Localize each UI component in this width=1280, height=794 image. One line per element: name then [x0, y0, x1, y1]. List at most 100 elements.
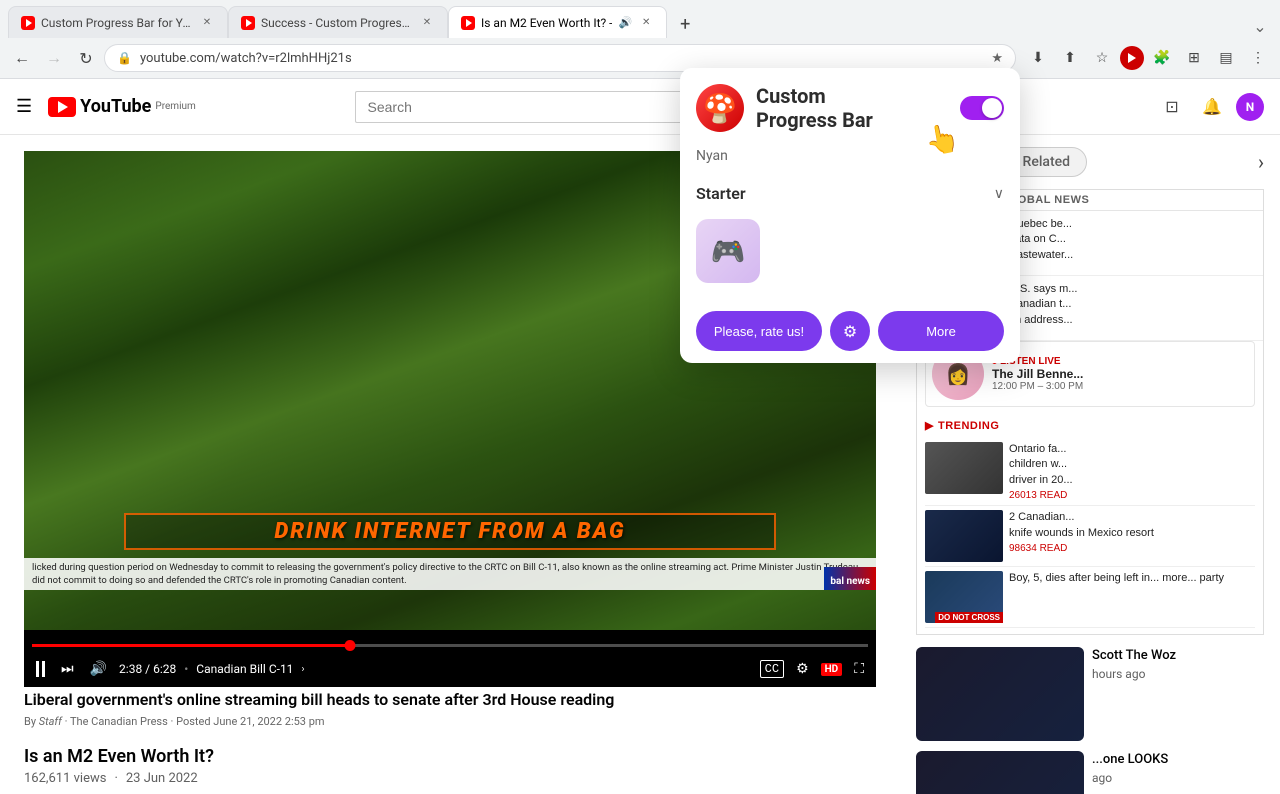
- video-overlay-text: DRINK INTERNET FROM A BAG: [274, 519, 625, 544]
- trending-header: ▶ TRENDING: [925, 419, 1255, 432]
- new-tab-button[interactable]: +: [671, 10, 699, 38]
- trending-info-2: 2 Canadian...knife wounds in Mexico reso…: [1009, 510, 1255, 562]
- cpb-rate-button[interactable]: Please, rate us!: [696, 311, 822, 351]
- next-button[interactable]: ⏭: [57, 657, 78, 681]
- menu-icon[interactable]: ⋮: [1244, 44, 1272, 72]
- sidebar-next-icon[interactable]: ›: [1258, 150, 1264, 174]
- toggle-switch[interactable]: [960, 96, 1004, 120]
- cpb-toggle[interactable]: [960, 96, 1004, 120]
- cpb-mushroom-icon: 🍄: [696, 84, 744, 132]
- yt-premium-badge: Premium: [155, 101, 195, 112]
- cpb-card-icon: 🎮: [711, 235, 746, 268]
- tab-2-title: Success - Custom ProgressBa...: [261, 16, 413, 30]
- trending-info-3: Boy, 5, dies after being left in... more…: [1009, 571, 1255, 623]
- tab-bar: Custom Progress Bar for YouT... ✕ Succes…: [0, 0, 1280, 38]
- tab-2[interactable]: Success - Custom ProgressBa... ✕: [228, 6, 448, 38]
- trending-thumb-2: [925, 510, 1003, 562]
- video-meta: 162,611 views · 23 Jun 2022: [24, 771, 876, 786]
- tab-2-favicon: [241, 16, 255, 30]
- pause-button[interactable]: [32, 657, 49, 681]
- trending-item-2[interactable]: 2 Canadian...knife wounds in Mexico reso…: [925, 506, 1255, 567]
- tab-2-close[interactable]: ✕: [419, 15, 435, 31]
- trending-title-1: Ontario fa...children w...driver in 20..…: [1009, 442, 1255, 488]
- yt-play-triangle: [58, 101, 68, 113]
- hamburger-menu-icon[interactable]: ☰: [16, 96, 32, 117]
- lock-icon: 🔒: [117, 51, 132, 65]
- upload-date: 23 Jun 2022: [126, 771, 198, 786]
- tab-3[interactable]: Is an M2 Even Worth It? - 🔊 ✕: [448, 6, 667, 38]
- scrubber-thumb: [344, 640, 355, 651]
- chapter-label[interactable]: Canadian Bill C-11: [196, 662, 293, 676]
- cpb-section-header[interactable]: Starter ∨: [696, 176, 1004, 211]
- video-scrubber[interactable]: [32, 644, 868, 647]
- back-button[interactable]: ←: [8, 44, 36, 72]
- grid-icon[interactable]: ⊞: [1180, 44, 1208, 72]
- video-title: Is an M2 Even Worth It?: [24, 746, 876, 767]
- profile-button[interactable]: N: [1236, 93, 1264, 121]
- puzzle-icon[interactable]: 🧩: [1148, 44, 1176, 72]
- yt-header-right: ⊡ 🔔 N: [1156, 91, 1264, 123]
- yt-header: ☰ YouTube Premium 🔍 ⊡ 🔔 N: [0, 79, 1280, 135]
- cpb-starter-card[interactable]: 🎮: [696, 219, 760, 283]
- video-title-area: Is an M2 Even Worth It? 162,611 views · …: [24, 746, 876, 786]
- sidebar-toggle-icon[interactable]: ▤: [1212, 44, 1240, 72]
- sidebar-meta-2: ago: [1092, 771, 1264, 785]
- trending-item-1[interactable]: Ontario fa...children w...driver in 20..…: [925, 438, 1255, 506]
- download-icon[interactable]: ⬇: [1024, 44, 1052, 72]
- cpb-title-line1: Custom: [756, 84, 873, 108]
- tab-3-title: Is an M2 Even Worth It? -: [481, 16, 612, 30]
- radio-time: 12:00 PM – 3:00 PM: [992, 381, 1248, 392]
- cpb-user-label: Nyan: [696, 148, 728, 164]
- sidebar-info-2: ...one LOOKS ago: [1092, 751, 1264, 794]
- sidebar-title-2: ...one LOOKS: [1092, 751, 1264, 769]
- quality-badge: HD: [821, 663, 843, 676]
- sidebar-video-1[interactable]: Scott The Woz hours ago: [916, 647, 1264, 741]
- notifications-icon[interactable]: 🔔: [1196, 91, 1228, 123]
- trending-title-3: Boy, 5, dies after being left in... more…: [1009, 571, 1255, 586]
- trending-section: ▶ TRENDING Ontario fa...children w...dri…: [917, 413, 1263, 634]
- cpb-footer: Please, rate us! ⚙ More: [680, 299, 1020, 363]
- trending-item-3[interactable]: DO NOT CROSS Boy, 5, dies after being le…: [925, 567, 1255, 628]
- yt-logo-icon: [48, 97, 76, 117]
- settings-button[interactable]: ⚙: [792, 657, 813, 681]
- address-bar-row: ← → ↻ 🔒 youtube.com/watch?v=r2lmhHHj21s …: [0, 38, 1280, 78]
- tab-expand-button[interactable]: ⌄: [1248, 14, 1272, 38]
- video-time: 2:38 / 6:28: [119, 662, 176, 676]
- bookmark-icon[interactable]: ☆: [1088, 44, 1116, 72]
- cpb-title-line2: Progress Bar: [756, 108, 873, 132]
- view-count: 162,611 views: [24, 771, 106, 786]
- fullscreen-button[interactable]: ⛶: [850, 657, 868, 681]
- tab-1-close[interactable]: ✕: [199, 15, 215, 31]
- sidebar-video-2[interactable]: ...one LOOKS ago: [916, 751, 1264, 794]
- toggle-knob: [982, 98, 1002, 118]
- scrubber-played: [32, 644, 350, 647]
- address-text: youtube.com/watch?v=r2lmhHHj21s: [140, 51, 983, 66]
- cpb-settings-button[interactable]: ⚙: [830, 311, 870, 351]
- article-headline: Liberal government's online streaming bi…: [24, 690, 876, 711]
- cpb-more-button[interactable]: More: [878, 311, 1004, 351]
- forward-button[interactable]: →: [40, 44, 68, 72]
- trending-thumb-3: DO NOT CROSS: [925, 571, 1003, 623]
- star-icon[interactable]: ★: [991, 51, 1003, 66]
- sidebar-title-1: Scott The Woz: [1092, 647, 1264, 665]
- cpb-user: Nyan: [680, 148, 1020, 176]
- next-icon: ⏭: [61, 661, 74, 677]
- tab-1[interactable]: Custom Progress Bar for YouT... ✕: [8, 6, 228, 38]
- sidebar-meta-1: hours ago: [1092, 667, 1264, 681]
- sidebar-thumb-1: [916, 647, 1084, 741]
- yt-extension-icon[interactable]: [1120, 46, 1144, 70]
- cpb-chevron-icon: ∨: [994, 186, 1004, 202]
- radio-info: LISTEN LIVE The Jill Benne... 12:00 PM –…: [992, 356, 1248, 392]
- yt-logo[interactable]: YouTube Premium: [48, 96, 196, 117]
- tab-3-close[interactable]: ✕: [638, 15, 654, 31]
- radio-show-title: The Jill Benne...: [992, 367, 1248, 381]
- chapter-arrow-icon[interactable]: ›: [301, 664, 304, 675]
- cast-icon[interactable]: ⊡: [1156, 91, 1188, 123]
- cc-button[interactable]: CC: [760, 660, 784, 678]
- yt-logo-text: YouTube: [80, 96, 151, 117]
- refresh-button[interactable]: ↻: [72, 44, 100, 72]
- volume-icon: 🔊: [90, 661, 107, 677]
- volume-button[interactable]: 🔊: [86, 657, 111, 681]
- fullscreen-icon: ⛶: [854, 661, 864, 677]
- share-icon[interactable]: ⬆: [1056, 44, 1084, 72]
